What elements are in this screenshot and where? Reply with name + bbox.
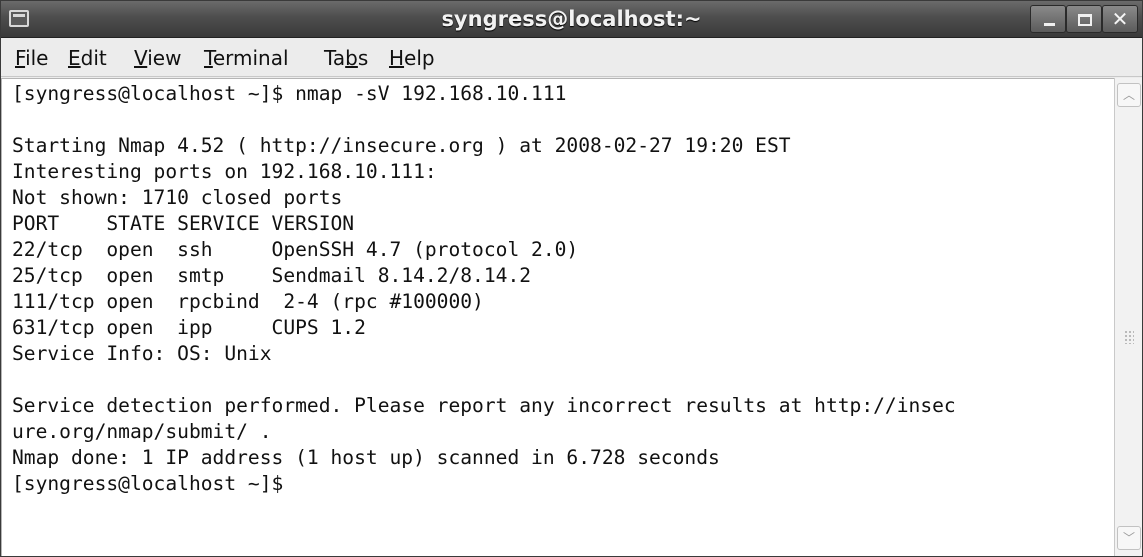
- window-title: syngress@localhost:~: [441, 7, 702, 31]
- terminal-line: PORT STATE SERVICE VERSION: [12, 212, 355, 235]
- menu-tabs[interactable]: Tabs: [324, 39, 368, 77]
- terminal-line: Not shown: 1710 closed ports: [12, 186, 343, 209]
- close-icon: ✕: [1111, 7, 1129, 31]
- terminal-line: [syngress@localhost ~]$ nmap -sV 192.168…: [12, 82, 567, 105]
- chevron-down-icon: ﹀: [1122, 531, 1135, 545]
- maximize-icon: [1078, 14, 1092, 26]
- terminal-line: Nmap done: 1 IP address (1 host up) scan…: [12, 446, 720, 469]
- menu-view[interactable]: View: [134, 39, 181, 77]
- terminal-prompt[interactable]: [syngress@localhost ~]$: [12, 471, 283, 497]
- terminal-line: 25/tcp open smtp Sendmail 8.14.2/8.14.2: [12, 264, 532, 287]
- maximize-button[interactable]: [1066, 5, 1102, 33]
- menu-bar: File Edit View Terminal Tabs Help: [1, 39, 1142, 77]
- terminal-line: 631/tcp open ipp CUPS 1.2: [12, 316, 366, 339]
- menu-help[interactable]: Help: [389, 39, 435, 77]
- scrollbar-grip[interactable]: [1124, 330, 1134, 344]
- menu-file[interactable]: File: [15, 39, 48, 77]
- vertical-scrollbar[interactable]: ︿ ﹀: [1114, 78, 1142, 556]
- terminal-output[interactable]: [syngress@localhost ~]$ nmap -sV 192.168…: [1, 78, 1114, 556]
- minimize-icon: [1044, 23, 1055, 26]
- terminal-line: Interesting ports on 192.168.10.111:: [12, 160, 437, 183]
- terminal-line: Starting Nmap 4.52 ( http://insecure.org…: [12, 134, 791, 157]
- terminal-line: 22/tcp open ssh OpenSSH 4.7 (protocol 2.…: [12, 238, 579, 261]
- terminal-line: 111/tcp open rpcbind 2-4 (rpc #100000): [12, 290, 484, 313]
- terminal-line: ure.org/nmap/submit/ .: [12, 420, 272, 443]
- terminal-window: syngress@localhost:~ ✕ File Edit View Te…: [0, 0, 1143, 557]
- scroll-down-button[interactable]: ﹀: [1117, 526, 1141, 550]
- close-button[interactable]: ✕: [1102, 5, 1138, 33]
- menu-terminal[interactable]: Terminal: [204, 39, 289, 77]
- chevron-up-icon: ︿: [1122, 88, 1135, 102]
- scroll-up-button[interactable]: ︿: [1117, 83, 1141, 107]
- terminal-line: Service Info: OS: Unix: [12, 342, 272, 365]
- menu-edit[interactable]: Edit: [68, 39, 107, 77]
- terminal-line: Service detection performed. Please repo…: [12, 394, 956, 417]
- title-bar[interactable]: syngress@localhost:~ ✕: [1, 1, 1142, 38]
- minimize-button[interactable]: [1030, 5, 1066, 33]
